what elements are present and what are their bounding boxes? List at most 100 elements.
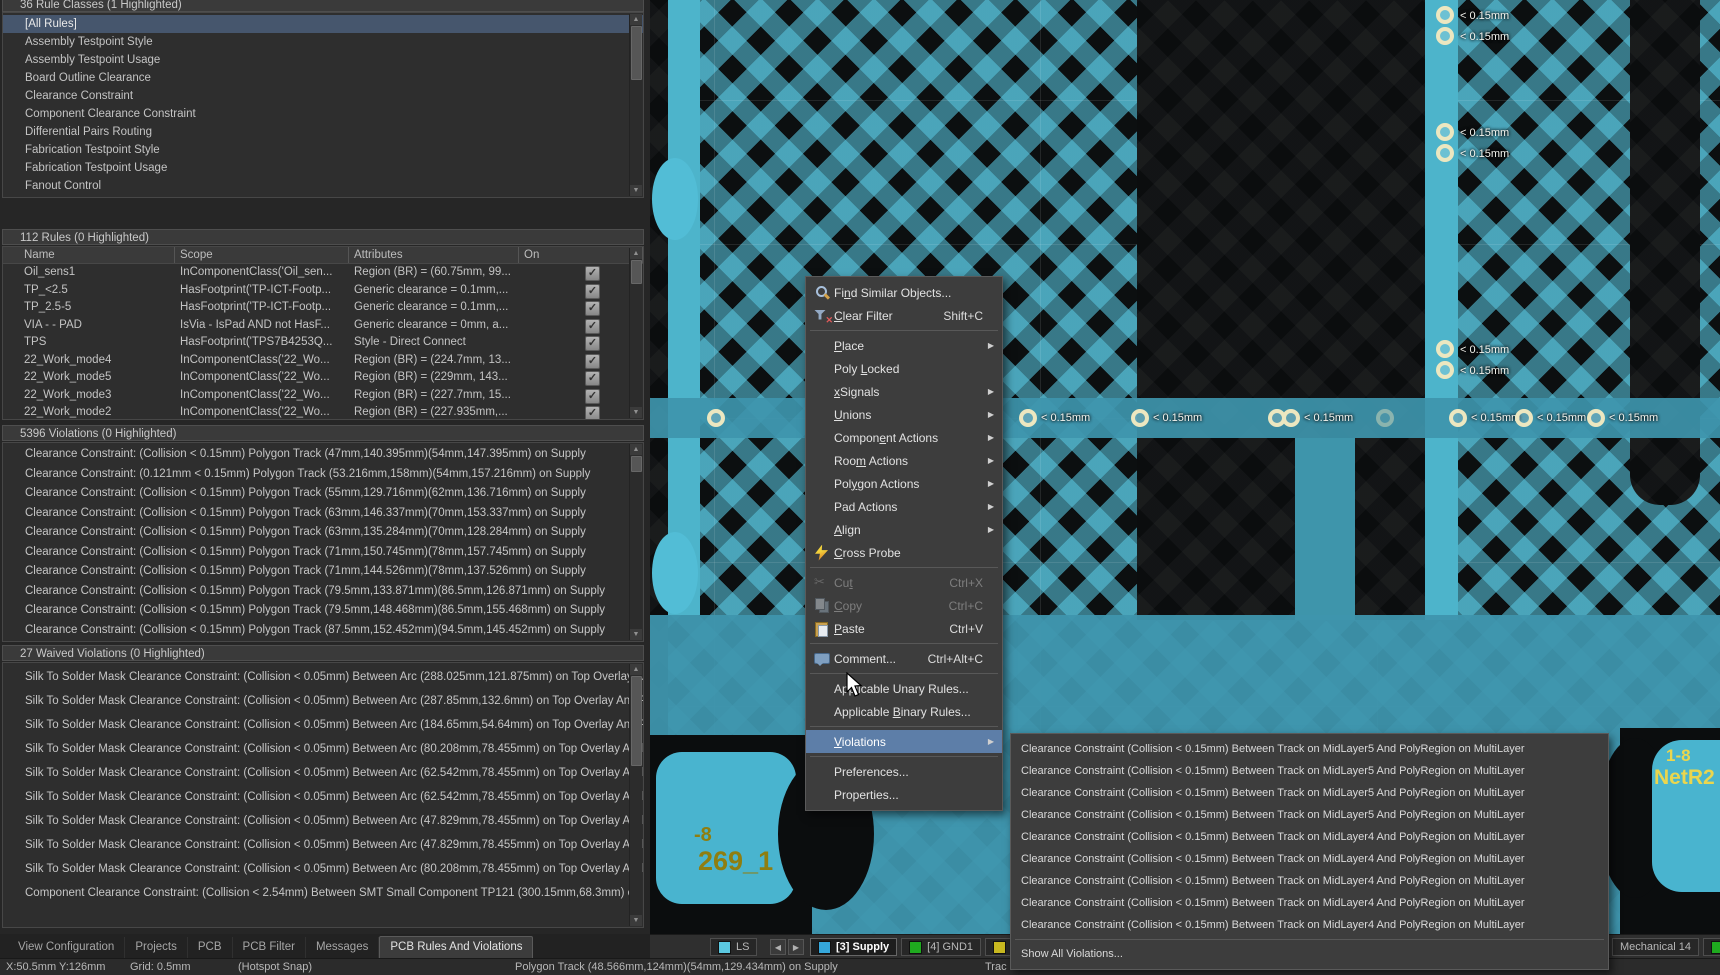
layer-tab[interactable]: M: [1703, 938, 1720, 956]
context-menu-item[interactable]: Poly Locked: [806, 357, 1002, 380]
context-menu-item[interactable]: Preferences...: [806, 760, 1002, 783]
violation-item[interactable]: Clearance Constraint: (Collision < 0.15m…: [3, 445, 643, 465]
scroll-up-icon[interactable]: ▲: [630, 444, 642, 455]
waived-violation-item[interactable]: Silk To Solder Mask Clearance Constraint…: [3, 833, 643, 857]
context-menu-item[interactable]: Cut Ctrl+X: [806, 571, 1002, 594]
layer-set-tab[interactable]: LS: [710, 938, 757, 956]
violation-item[interactable]: Clearance Constraint: (Collision < 0.15m…: [3, 523, 643, 543]
context-menu-item[interactable]: Unions ▶: [806, 403, 1002, 426]
via-ring[interactable]: [1587, 409, 1605, 427]
panel-tab[interactable]: PCB: [188, 937, 233, 958]
scrollbar-thumb[interactable]: [631, 26, 642, 80]
context-menu-item[interactable]: Properties...: [806, 783, 1002, 806]
violation-menu-item[interactable]: Clearance Constraint (Collision < 0.15mm…: [1011, 760, 1608, 782]
panel-tab[interactable]: Projects: [125, 937, 188, 958]
via-ring[interactable]: [1019, 409, 1037, 427]
scroll-up-icon[interactable]: ▲: [630, 664, 642, 675]
rule-on-checkbox[interactable]: ✓: [585, 301, 600, 316]
violation-menu-item[interactable]: Clearance Constraint (Collision < 0.15mm…: [1011, 782, 1608, 804]
context-menu-item[interactable]: Comment... Ctrl+Alt+C: [806, 647, 1002, 670]
context-menu-item[interactable]: Find Similar Objects...: [806, 281, 1002, 304]
context-menu-item[interactable]: Polygon Actions ▶: [806, 472, 1002, 495]
scroll-up-icon[interactable]: ▲: [630, 248, 642, 259]
violation-item[interactable]: Clearance Constraint: (Collision < 0.15m…: [3, 543, 643, 563]
context-menu-item[interactable]: Paste Ctrl+V: [806, 617, 1002, 640]
violation-item[interactable]: Clearance Constraint: (Collision < 0.15m…: [3, 504, 643, 524]
context-menu-item[interactable]: Copy Ctrl+C: [806, 594, 1002, 617]
context-menu-item[interactable]: [806, 564, 1002, 571]
waived-violation-item[interactable]: Silk To Solder Mask Clearance Constraint…: [3, 785, 643, 809]
via-ring[interactable]: [1436, 361, 1454, 379]
waived-violation-item[interactable]: Silk To Solder Mask Clearance Constraint…: [3, 713, 643, 737]
layer-tab[interactable]: [4] GND1: [901, 938, 981, 956]
rule-on-checkbox[interactable]: ✓: [585, 354, 600, 369]
context-menu-item[interactable]: xSignals ▶: [806, 380, 1002, 403]
scrollbar-thumb[interactable]: [631, 676, 642, 766]
rule-on-checkbox[interactable]: ✓: [585, 266, 600, 281]
scrollbar-thumb[interactable]: [631, 456, 642, 472]
via-ring[interactable]: [1436, 27, 1454, 45]
violation-menu-item[interactable]: Clearance Constraint (Collision < 0.15mm…: [1011, 804, 1608, 826]
rule-class-item[interactable]: Fanout Control: [3, 177, 643, 195]
rule-class-item[interactable]: Fabrication Testpoint Usage: [3, 159, 643, 177]
rule-row[interactable]: 22_Work_mode4 InComponentClass('22_Wo...…: [3, 352, 643, 370]
context-menu-item[interactable]: Pad Actions ▶: [806, 495, 1002, 518]
context-menu-item[interactable]: [806, 327, 1002, 334]
via-ring[interactable]: [1131, 409, 1149, 427]
via-ring[interactable]: [1436, 144, 1454, 162]
violation-menu-item[interactable]: Clearance Constraint (Collision < 0.15mm…: [1011, 738, 1608, 760]
waived-violation-item[interactable]: Silk To Solder Mask Clearance Constraint…: [3, 689, 643, 713]
rule-class-item[interactable]: Differential Pairs Routing: [3, 123, 643, 141]
violations-scrollbar[interactable]: ▲ ▼: [629, 444, 642, 640]
context-menu-item[interactable]: Place ▶: [806, 334, 1002, 357]
via-ring[interactable]: [1376, 409, 1394, 427]
violation-menu-item[interactable]: Clearance Constraint (Collision < 0.15mm…: [1011, 914, 1608, 936]
panel-tab[interactable]: Messages: [306, 937, 379, 958]
via-ring[interactable]: [707, 409, 725, 427]
context-menu-item[interactable]: [806, 640, 1002, 647]
rule-row[interactable]: 22_Work_mode3 InComponentClass('22_Wo...…: [3, 387, 643, 405]
scroll-down-icon[interactable]: ▼: [630, 629, 642, 640]
violation-item[interactable]: Clearance Constraint: (Collision < 0.15m…: [3, 562, 643, 582]
context-menu-item[interactable]: Clear Filter Shift+C: [806, 304, 1002, 327]
rule-row[interactable]: TP_<2.5 HasFootprint('TP-ICT-Footp... Ge…: [3, 282, 643, 300]
via-ring[interactable]: [1282, 409, 1300, 427]
violation-menu-item[interactable]: Clearance Constraint (Collision < 0.15mm…: [1011, 826, 1608, 848]
rule-on-checkbox[interactable]: ✓: [585, 319, 600, 334]
scroll-up-icon[interactable]: ▲: [630, 14, 642, 25]
violation-item[interactable]: Clearance Constraint: (0.121mm < 0.15mm)…: [3, 465, 643, 485]
rule-classes-scrollbar[interactable]: ▲ ▼: [629, 14, 642, 196]
layer-prev-button[interactable]: ◀: [770, 939, 786, 955]
via-ring[interactable]: [1436, 6, 1454, 24]
via-ring[interactable]: [1515, 409, 1533, 427]
rule-class-item[interactable]: Component Clearance Constraint: [3, 105, 643, 123]
rule-row[interactable]: TP_2.5-5 HasFootprint('TP-ICT-Footp... G…: [3, 299, 643, 317]
context-menu-item[interactable]: Cross Probe: [806, 541, 1002, 564]
component-pad[interactable]: [656, 752, 796, 904]
panel-tab[interactable]: View Configuration: [8, 937, 125, 958]
waived-violation-item[interactable]: Silk To Solder Mask Clearance Constraint…: [3, 761, 643, 785]
waived-violation-item[interactable]: Silk To Solder Mask Clearance Constraint…: [3, 665, 643, 689]
violation-menu-item[interactable]: Clearance Constraint (Collision < 0.15mm…: [1011, 870, 1608, 892]
via-ring[interactable]: [1436, 123, 1454, 141]
show-all-violations-item[interactable]: Show All Violations...: [1011, 943, 1608, 965]
context-menu-item[interactable]: [806, 723, 1002, 730]
rule-on-checkbox[interactable]: ✓: [585, 284, 600, 299]
rule-class-item[interactable]: [All Rules]: [3, 15, 643, 33]
rule-row[interactable]: VIA - - PAD IsVia - IsPad AND not HasF..…: [3, 317, 643, 335]
rule-class-item[interactable]: Clearance Constraint: [3, 87, 643, 105]
waived-violation-item[interactable]: Silk To Solder Mask Clearance Constraint…: [3, 857, 643, 881]
context-menu-item[interactable]: [806, 753, 1002, 760]
layer-tab[interactable]: [3] Supply: [810, 938, 897, 956]
context-menu-item[interactable]: Align ▶: [806, 518, 1002, 541]
scroll-down-icon[interactable]: ▼: [630, 185, 642, 196]
via-ring[interactable]: [1449, 409, 1467, 427]
rule-on-checkbox[interactable]: ✓: [585, 371, 600, 386]
violation-menu-item[interactable]: Clearance Constraint (Collision < 0.15mm…: [1011, 892, 1608, 914]
scroll-down-icon[interactable]: ▼: [630, 915, 642, 926]
panel-tab[interactable]: PCB Filter: [233, 937, 306, 958]
column-name[interactable]: Name: [3, 247, 175, 263]
rule-on-checkbox[interactable]: ✓: [585, 389, 600, 404]
context-menu-item[interactable]: Applicable Unary Rules...: [806, 677, 1002, 700]
column-on[interactable]: On: [519, 247, 643, 263]
